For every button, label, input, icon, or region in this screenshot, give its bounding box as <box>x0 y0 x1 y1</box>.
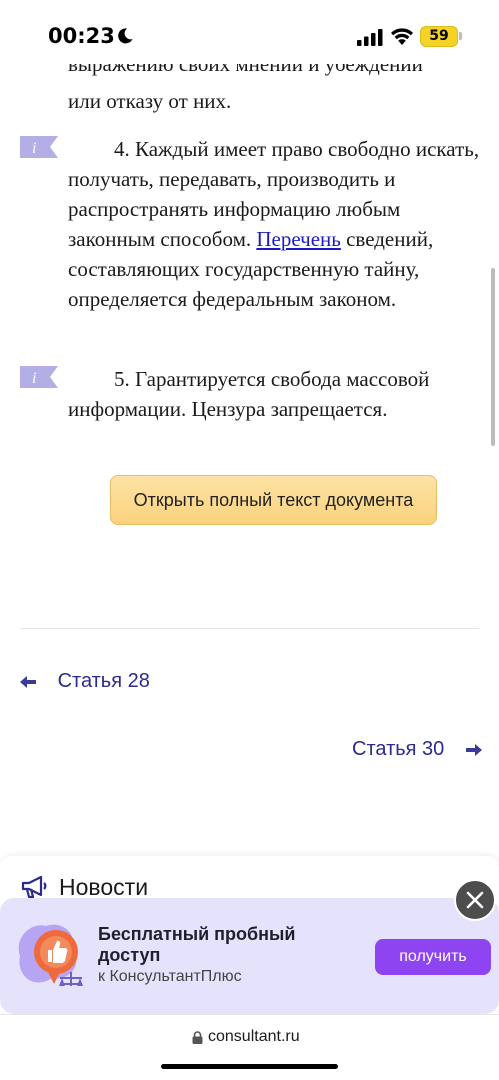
paragraph-4: 4. Каждый имеет право свободно искать, п… <box>68 134 488 314</box>
browser-url-bar[interactable] <box>0 1014 499 1080</box>
url-text[interactable]: consultant.ru <box>208 1028 300 1046</box>
next-article-label: Статья 30 <box>352 738 445 760</box>
home-indicator <box>161 1064 338 1069</box>
promo-title: Бесплатный пробный доступ <box>98 924 296 965</box>
battery-level: 59 <box>429 28 449 44</box>
info-icon[interactable]: i <box>20 366 58 388</box>
perechen-link[interactable]: Перечень <box>256 227 340 251</box>
arrow-right-icon <box>465 743 482 756</box>
battery-tip <box>459 32 462 40</box>
battery-indicator: 59 <box>420 26 458 47</box>
close-icon <box>466 891 484 909</box>
promo-subtitle: к КонсультантПлюс <box>98 968 242 985</box>
paragraph-5: 5. Гарантируется свобода массовой информ… <box>68 364 488 424</box>
cellular-signal-icon <box>357 29 383 46</box>
thumbs-up-promo-icon <box>18 924 83 986</box>
prev-article-link[interactable]: Статья 28 <box>20 670 150 693</box>
paragraph-3-tail: или отказу от них. <box>68 89 232 113</box>
lock-icon <box>192 1031 203 1044</box>
paragraph-5-text: 5. Гарантируется свобода массовой информ… <box>68 367 430 421</box>
scrollbar[interactable] <box>491 268 495 446</box>
close-promo-button[interactable] <box>454 879 496 921</box>
wifi-icon <box>391 28 413 45</box>
arrow-left-icon <box>20 675 36 688</box>
status-time: 00:23 <box>48 24 115 48</box>
status-bar: 00:23 59 <box>0 0 499 64</box>
open-full-document-button[interactable]: Открыть полный текст документа <box>110 475 437 525</box>
svg-text:i: i <box>32 370 36 387</box>
next-article-link[interactable]: Статья 30 <box>352 738 482 761</box>
info-icon[interactable]: i <box>20 136 58 158</box>
megaphone-icon <box>21 875 47 899</box>
moon-icon <box>118 28 133 44</box>
divider <box>20 628 479 629</box>
svg-text:i: i <box>32 140 36 157</box>
news-title[interactable]: Новости <box>59 874 148 901</box>
get-access-button[interactable]: получить <box>375 939 491 975</box>
prev-article-label: Статья 28 <box>57 670 150 692</box>
